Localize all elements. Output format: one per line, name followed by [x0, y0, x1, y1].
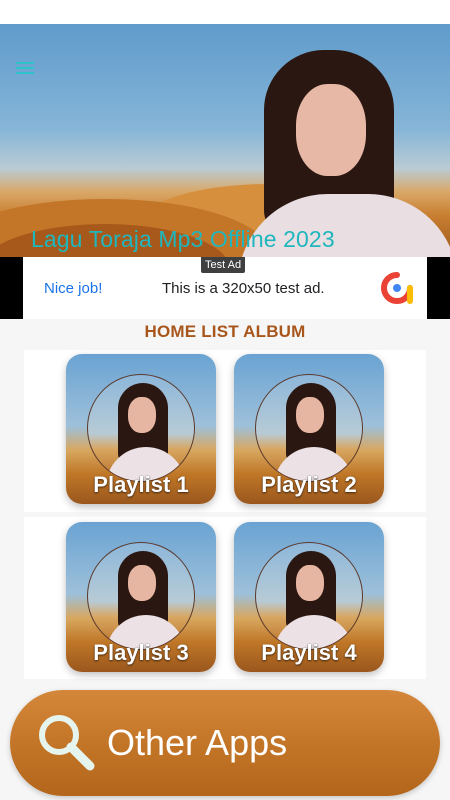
playlist-card-2[interactable]: Playlist 2 — [234, 354, 384, 504]
header-banner: Lagu Toraja Mp3 Offline 2023 — [0, 24, 450, 257]
status-bar — [0, 0, 450, 24]
ad-nice-job-text: Nice job! — [44, 280, 103, 297]
playlist-card-4[interactable]: Playlist 4 — [234, 522, 384, 672]
section-title: HOME LIST ALBUM — [144, 322, 306, 341]
playlist-label: Playlist 3 — [93, 640, 189, 665]
playlist-card-3[interactable]: Playlist 3 — [66, 522, 216, 672]
other-apps-label: Other Apps — [107, 722, 288, 763]
album-cover-image — [255, 542, 363, 650]
app-title: Lagu Toraja Mp3 Offline 2023 — [31, 226, 335, 252]
album-cover-image — [87, 542, 195, 650]
playlist-label: Playlist 2 — [261, 472, 357, 497]
other-apps-button[interactable]: Other Apps — [10, 690, 440, 796]
playlist-label: Playlist 4 — [261, 640, 357, 665]
admob-logo-icon — [381, 272, 413, 304]
playlist-label: Playlist 1 — [93, 472, 189, 497]
test-ad-label: Test Ad — [201, 257, 246, 273]
ad-description: This is a 320x50 test ad. — [162, 280, 325, 297]
hamburger-menu-icon[interactable] — [16, 62, 36, 76]
album-cover-image — [255, 374, 363, 482]
playlist-card-1[interactable]: Playlist 1 — [66, 354, 216, 504]
search-icon — [39, 715, 95, 771]
album-cover-image — [87, 374, 195, 482]
